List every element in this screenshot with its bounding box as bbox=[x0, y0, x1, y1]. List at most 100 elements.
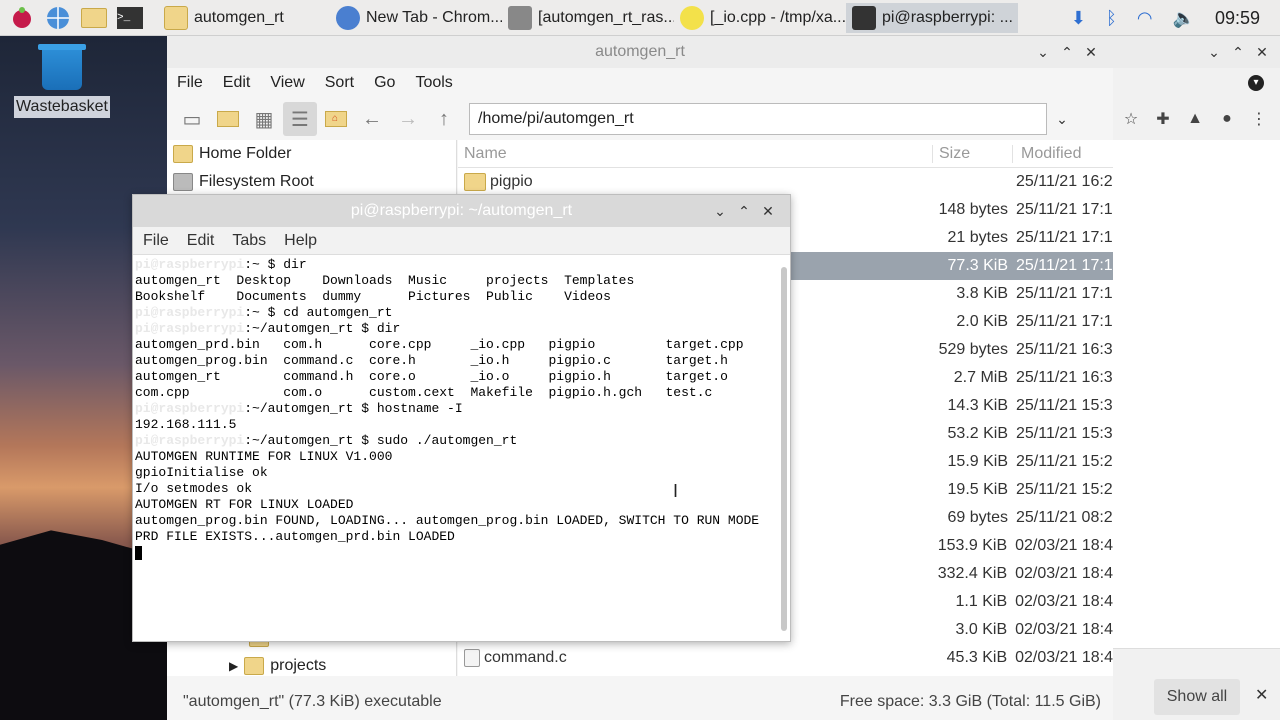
file-modified: 25/11/21 15:2 bbox=[1016, 481, 1113, 498]
column-name[interactable]: Name bbox=[458, 145, 932, 163]
file-modified: 02/03/21 18:4 bbox=[1015, 565, 1113, 582]
profile-icon[interactable]: ● bbox=[1211, 110, 1243, 128]
terminal-launcher-icon[interactable]: >_ bbox=[116, 4, 144, 32]
download-icon[interactable]: ⬇ bbox=[1071, 8, 1086, 29]
menu-help[interactable]: Help bbox=[284, 232, 317, 250]
text-cursor-icon: I bbox=[673, 481, 679, 501]
web-browser-icon[interactable] bbox=[44, 4, 72, 32]
folder-icon bbox=[464, 173, 486, 191]
clock[interactable]: 09:59 bbox=[1215, 8, 1260, 29]
tab-search-icon[interactable]: ▾ bbox=[1248, 75, 1264, 91]
new-window-icon[interactable]: ▭ bbox=[175, 102, 209, 136]
menu-file[interactable]: File bbox=[177, 74, 203, 92]
back-arrow-icon[interactable]: ← bbox=[355, 102, 389, 136]
sidebar-item-home[interactable]: Home Folder bbox=[167, 140, 456, 168]
column-modified[interactable]: Modified bbox=[1012, 144, 1081, 163]
maximize-icon[interactable]: ⌃ bbox=[732, 203, 756, 220]
menu-sort[interactable]: Sort bbox=[325, 74, 354, 92]
path-input[interactable]: /home/pi/automgen_rt bbox=[469, 103, 1047, 135]
terminal-line: 192.168.111.5 bbox=[135, 417, 777, 433]
table-row[interactable]: pigpio 25/11/21 16:2 bbox=[458, 168, 1113, 196]
bluetooth-icon[interactable]: ᛒ bbox=[1106, 8, 1117, 29]
file-size: 148 bytes bbox=[938, 201, 1008, 218]
list-view-icon[interactable]: ☰ bbox=[283, 102, 317, 136]
task-editor[interactable]: [_io.cpp - /tmp/xa... bbox=[674, 3, 846, 33]
forward-arrow-icon[interactable]: → bbox=[391, 102, 425, 136]
terminal-titlebar[interactable]: pi@raspberrypi: ~/automgen_rt ⌄ ⌃ ✕ bbox=[133, 195, 790, 227]
menu-tools[interactable]: Tools bbox=[415, 74, 452, 92]
menu-view[interactable]: View bbox=[270, 74, 304, 92]
minimize-icon[interactable]: ⌄ bbox=[1031, 44, 1055, 61]
file-modified: 02/03/21 18:4 bbox=[1015, 537, 1113, 554]
wifi-icon[interactable]: ◠ bbox=[1137, 8, 1153, 29]
menu-file[interactable]: File bbox=[143, 232, 169, 250]
file-size: 3.0 KiB bbox=[955, 621, 1008, 638]
file-modified: 02/03/21 18:4 bbox=[1015, 593, 1113, 610]
home-folder-icon bbox=[173, 145, 193, 163]
browser-titlebar[interactable]: ⌄ ⌃ ✕ bbox=[1113, 36, 1280, 68]
maximize-icon[interactable]: ⌃ bbox=[1226, 44, 1250, 61]
drive-icon bbox=[173, 173, 193, 191]
show-all-button[interactable]: Show all bbox=[1154, 679, 1240, 715]
close-icon[interactable]: ✕ bbox=[1250, 44, 1274, 61]
extension-icon[interactable]: ✚ bbox=[1147, 109, 1179, 129]
tab-strip: ▾ bbox=[1113, 68, 1280, 98]
minimize-icon[interactable]: ⌄ bbox=[708, 203, 732, 220]
sidebar-item-filesystem[interactable]: Filesystem Root bbox=[167, 168, 456, 196]
terminal-output[interactable]: pi@raspberrypi:~ $ dir automgen_rt Deskto… bbox=[135, 257, 777, 641]
menu-tabs[interactable]: Tabs bbox=[232, 232, 266, 250]
task-automgen-rt[interactable]: automgen_rt bbox=[158, 3, 330, 33]
file-size: 332.4 KiB bbox=[937, 565, 1008, 582]
status-free-space: Free space: 3.3 GiB (Total: 11.5 GiB) bbox=[839, 693, 1101, 710]
system-tray: ⬇ ᛒ ◠ 🔈 09:59 bbox=[1061, 0, 1280, 36]
task-label: automgen_rt bbox=[194, 8, 284, 26]
prompt-user-host: pi@raspberrypi bbox=[135, 321, 245, 336]
flask-icon[interactable]: ▲ bbox=[1179, 110, 1211, 128]
task-chromium[interactable]: New Tab - Chrom... bbox=[330, 3, 502, 33]
sidebar-item-label: Home Folder bbox=[199, 145, 292, 162]
menu-go[interactable]: Go bbox=[374, 74, 395, 92]
terminal-line: pi@raspberrypi:~/automgen_rt $ dir bbox=[135, 321, 777, 337]
star-icon[interactable]: ☆ bbox=[1115, 109, 1147, 129]
column-size[interactable]: Size bbox=[932, 144, 1012, 163]
expand-arrow-icon[interactable]: ▶ bbox=[229, 659, 238, 673]
table-row[interactable]: command.c 45.3 KiB 02/03/21 18:4 bbox=[458, 644, 1113, 672]
close-icon[interactable]: ✕ bbox=[1255, 685, 1268, 705]
menu-edit[interactable]: Edit bbox=[223, 74, 251, 92]
task-terminal[interactable]: pi@raspberrypi: ... bbox=[846, 2, 1018, 33]
file-modified: 25/11/21 17:1 bbox=[1016, 285, 1113, 302]
terminal-line: com.cpp com.o custom.cext Makefile pigpi… bbox=[135, 385, 777, 401]
volume-icon[interactable]: 🔈 bbox=[1173, 8, 1195, 29]
minimize-icon[interactable]: ⌄ bbox=[1202, 44, 1226, 61]
terminal-line: automgen_rt command.h core.o _io.o pigpi… bbox=[135, 369, 777, 385]
icon-view-icon[interactable]: ▦ bbox=[247, 102, 281, 136]
terminal-scrollbar[interactable] bbox=[779, 257, 789, 641]
sidebar-item-projects[interactable]: ▶ projects bbox=[223, 652, 326, 680]
raspberry-menu-icon[interactable] bbox=[8, 4, 36, 32]
terminal-line: pi@raspberrypi:~/automgen_rt $ sudo ./au… bbox=[135, 433, 777, 449]
task-label: [_io.cpp - /tmp/xa... bbox=[710, 8, 846, 26]
file-size: 45.3 KiB bbox=[946, 649, 1008, 666]
file-modified: 25/11/21 15:3 bbox=[1016, 425, 1113, 442]
file-name: pigpio bbox=[458, 173, 932, 191]
file-manager-titlebar[interactable]: automgen_rt ⌄ ⌃ ✕ bbox=[167, 36, 1113, 68]
file-modified: 25/11/21 15:2 bbox=[1016, 453, 1113, 470]
close-icon[interactable]: ✕ bbox=[756, 203, 780, 220]
task-archive[interactable]: [automgen_rt_ras... bbox=[502, 3, 674, 33]
browser-window: ⌄ ⌃ ✕ ▾ ☆ ✚ ▲ ● ⋮ Show all ✕ bbox=[1113, 36, 1280, 720]
wastebasket-desktop-icon[interactable]: Wastebasket bbox=[14, 44, 110, 118]
file-modified: 02/03/21 18:4 bbox=[1015, 621, 1113, 638]
more-menu-icon[interactable]: ⋮ bbox=[1243, 109, 1275, 129]
terminal-cursor bbox=[135, 545, 142, 560]
close-icon[interactable]: ✕ bbox=[1079, 44, 1103, 61]
maximize-icon[interactable]: ⌃ bbox=[1055, 44, 1079, 61]
terminal-text: gpioInitialise ok bbox=[135, 465, 268, 480]
home-icon[interactable]: ⌂ bbox=[319, 102, 353, 136]
file-manager-icon[interactable] bbox=[80, 4, 108, 32]
up-arrow-icon[interactable]: ↑ bbox=[427, 102, 461, 136]
folder-icon bbox=[244, 657, 265, 675]
new-folder-icon[interactable] bbox=[211, 102, 245, 136]
terminal-text: automgen_prd.bin com.h core.cpp _io.cpp … bbox=[135, 337, 744, 352]
menu-edit[interactable]: Edit bbox=[187, 232, 215, 250]
chevron-down-icon[interactable]: ⌄ bbox=[1047, 111, 1077, 128]
